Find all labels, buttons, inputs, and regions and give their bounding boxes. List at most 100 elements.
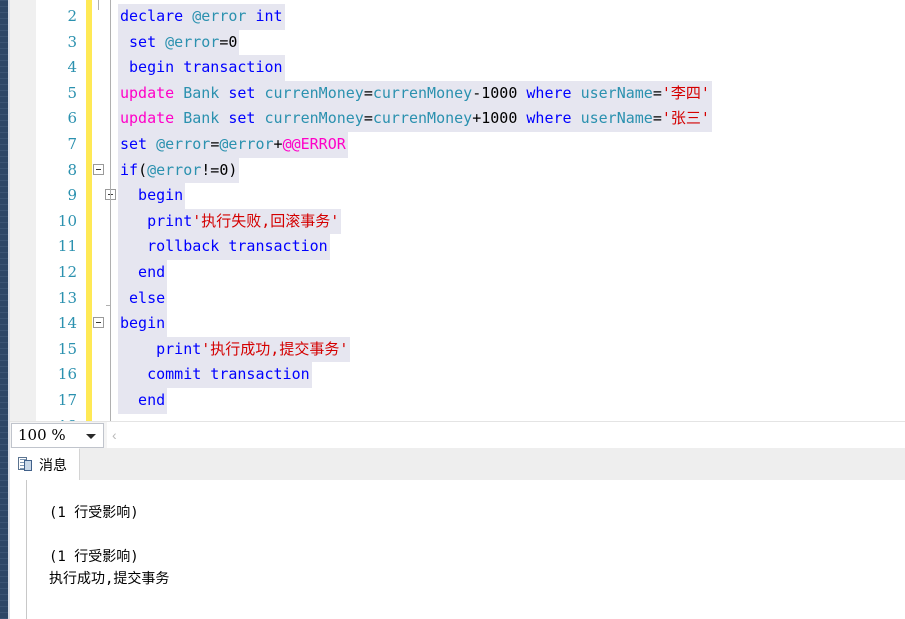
code-line[interactable]: begin <box>118 183 186 209</box>
code-line[interactable]: set @error=@error+@@ERROR <box>118 132 348 158</box>
code-text-surface[interactable]: declare @error int set @error=0 begin tr… <box>118 0 905 421</box>
sql-code-editor[interactable]: 2 3 4 5 6 7 8 9 10 11 12 13 14 15 16 17 18 declare @erro… <box>10 0 905 421</box>
message-line: (1 行受影响) <box>49 549 139 565</box>
code-token: = <box>652 83 662 102</box>
code-token: set <box>228 109 256 128</box>
messages-indicator-margin <box>10 480 27 619</box>
message-line: (1 行受影响) <box>49 505 139 521</box>
line-number: 8 <box>67 160 77 179</box>
line-number: 16 <box>57 365 77 384</box>
tab-messages-label: 消息 <box>39 457 67 474</box>
tab-messages[interactable]: 消息 <box>10 448 80 480</box>
ssms-query-window: 2 3 4 5 6 7 8 9 10 11 12 13 14 15 16 17 18 declare @erro… <box>0 0 905 619</box>
code-line[interactable]: else <box>118 285 168 312</box>
code-line[interactable]: print'执行成功,提交事务' <box>118 336 351 363</box>
line-number: 7 <box>67 135 77 153</box>
zoom-level-combobox[interactable]: 100 % <box>11 423 104 448</box>
messages-pane[interactable]: (1 行受影响) (1 行受影响) 执行成功,提交事务 <box>10 480 905 619</box>
code-line[interactable]: end <box>118 388 168 414</box>
code-token: ( <box>138 160 148 179</box>
line-number: 14 <box>57 314 77 333</box>
code-token: @error <box>156 135 211 153</box>
fold-guide-line <box>106 305 111 306</box>
message-line <box>49 524 905 546</box>
code-token: = <box>652 109 662 128</box>
code-line[interactable]: print'执行失败,回滚事务' <box>118 208 342 235</box>
line-number: 10 <box>57 211 77 230</box>
code-token: = <box>210 135 220 153</box>
code-token: - <box>472 83 482 102</box>
code-token: update <box>120 83 175 102</box>
line-number-gutter: 2 3 4 5 6 7 8 9 10 11 12 13 14 15 16 17 18 <box>37 0 85 421</box>
code-token: = <box>363 109 373 128</box>
code-token: @error <box>147 160 202 179</box>
messages-icon <box>18 457 33 472</box>
code-token: '执行失败,回滚事务' <box>192 211 340 230</box>
horizontal-scroll-left-icon[interactable]: ‹ <box>112 427 117 443</box>
status-strip-filler <box>107 422 905 449</box>
fold-guide-line <box>110 196 111 306</box>
code-token: '李四' <box>661 83 710 102</box>
code-line[interactable]: if(@error!=0) <box>118 157 240 184</box>
code-line[interactable]: begin <box>118 311 168 337</box>
code-token: declare <box>120 7 184 25</box>
code-token: rollback transaction <box>120 237 328 256</box>
line-number: 13 <box>57 288 77 307</box>
code-token: set <box>120 32 166 51</box>
code-token: set <box>228 83 256 102</box>
code-token: currenMoney <box>264 83 364 102</box>
code-token: @error <box>165 32 220 51</box>
line-number: 18 <box>58 414 77 421</box>
code-token: set <box>120 135 148 153</box>
docked-panel-strip <box>0 0 8 619</box>
code-token: else <box>120 288 166 307</box>
code-token: end <box>120 391 166 409</box>
code-line[interactable]: rollback transaction <box>118 234 330 260</box>
code-token: ) <box>228 160 238 179</box>
code-line[interactable]: declare @error int <box>118 4 285 30</box>
code-token: print <box>120 339 202 358</box>
messages-text[interactable]: (1 行受影响) (1 行受影响) 执行成功,提交事务 <box>27 480 905 619</box>
line-number: 5 <box>67 83 77 102</box>
line-number: 17 <box>57 391 77 409</box>
code-line[interactable]: begin transaction <box>118 55 285 81</box>
code-token: + <box>273 135 283 153</box>
chevron-down-icon[interactable] <box>86 434 96 439</box>
code-token: != <box>201 160 220 179</box>
code-token: '执行成功,提交事务' <box>201 339 349 358</box>
code-token: Bank <box>183 109 220 128</box>
fold-collapse-icon[interactable] <box>93 317 104 329</box>
outlining-fold-margin[interactable] <box>92 0 118 421</box>
code-token: userName <box>580 109 653 128</box>
code-line[interactable]: set @error=0 <box>118 29 240 56</box>
code-token: begin <box>120 186 184 205</box>
code-line[interactable]: commit transaction <box>118 362 312 388</box>
code-token: currenMoney <box>264 109 364 128</box>
code-line[interactable] <box>118 414 122 421</box>
zoom-level-value: 100 % <box>18 426 66 444</box>
code-line[interactable]: update Bank set currenMoney=currenMoney-… <box>118 80 712 107</box>
code-token: @error <box>192 7 247 25</box>
code-token: '张三' <box>661 109 710 128</box>
code-token: currenMoney <box>372 83 473 102</box>
code-line[interactable]: end <box>118 260 168 286</box>
code-token: @@ERROR <box>282 135 346 153</box>
code-token: Bank <box>183 83 220 102</box>
code-token: update <box>120 109 175 128</box>
code-line[interactable]: update Bank set currenMoney=currenMoney+… <box>118 106 712 132</box>
line-number: 15 <box>57 339 77 358</box>
code-token: where <box>526 109 572 128</box>
code-token: commit transaction <box>120 365 310 384</box>
fold-guide-line <box>98 0 99 10</box>
code-token: 0 <box>228 32 238 51</box>
code-token: where <box>526 83 572 102</box>
fold-collapse-icon[interactable] <box>93 163 104 175</box>
indicator-margin[interactable] <box>10 0 37 421</box>
line-number: 9 <box>67 186 77 205</box>
code-token: print <box>120 211 193 230</box>
